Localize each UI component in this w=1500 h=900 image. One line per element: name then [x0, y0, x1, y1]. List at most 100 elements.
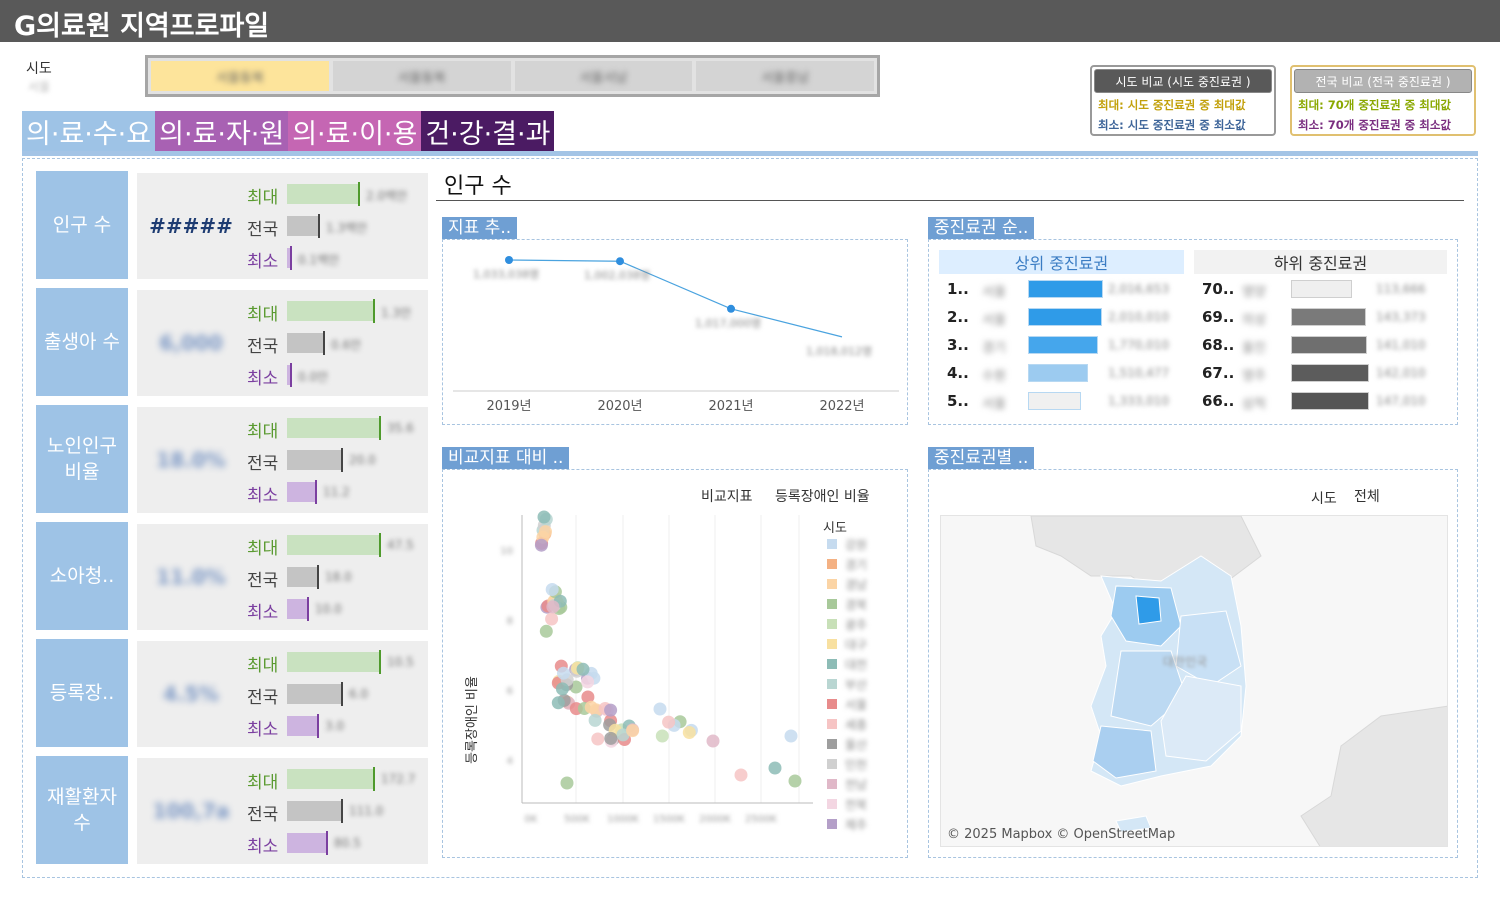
tab-medical-demand[interactable]: 의·료·수·요	[22, 111, 156, 151]
scatter-point[interactable]	[604, 703, 618, 717]
legend-swatch[interactable]	[827, 679, 837, 689]
trend-x-tick: 2019년	[486, 399, 531, 414]
legend-label[interactable]: 서울	[845, 698, 867, 712]
scatter-point[interactable]	[546, 600, 560, 614]
section-title: 인구 수	[444, 174, 512, 199]
scatter-point[interactable]	[576, 662, 590, 676]
indicator-row[interactable]: 재활환자 수 100,7a 최대 전국 최소 172.7 111.0 80.5	[36, 756, 428, 864]
scatter-point[interactable]	[534, 538, 548, 552]
max-bar-tick	[373, 299, 375, 323]
legend-label[interactable]: 경남	[845, 578, 867, 592]
national-label: 전국	[247, 454, 279, 474]
legend-swatch[interactable]	[827, 819, 837, 829]
scatter-point[interactable]	[662, 715, 676, 729]
legend-swatch[interactable]	[827, 759, 837, 769]
legend-label[interactable]: 울산	[845, 738, 867, 752]
scatter-point[interactable]	[734, 768, 748, 782]
rank-value: 142,010	[1376, 366, 1426, 380]
scatter-point[interactable]	[768, 761, 782, 775]
scatter-point[interactable]	[788, 774, 802, 788]
legend-swatch[interactable]	[827, 799, 837, 809]
legend-label[interactable]: 경기	[845, 558, 867, 572]
scatter-point[interactable]	[588, 713, 602, 727]
legend-label[interactable]: 부산	[845, 678, 867, 692]
min-bar-label: 0.0만	[298, 370, 329, 384]
scatter-point[interactable]	[539, 624, 553, 638]
map-filter-value[interactable]: 전체	[1354, 486, 1380, 506]
legend-label[interactable]: 전북	[845, 798, 867, 812]
tab-health-outcomes[interactable]: 건·강·결·과	[421, 111, 555, 151]
scatter-point[interactable]	[545, 612, 559, 626]
indicator-row[interactable]: 출생아 수 6,000 최대 전국 최소 1.3만 0.6만 0.0만	[36, 288, 428, 396]
legend-swatch[interactable]	[827, 599, 837, 609]
ranking-header[interactable]: 중진료권 순..	[928, 217, 1035, 239]
compare-nation-button[interactable]: 전국 비교 (전국 중진료권 ) 최대: 70개 중진료권 중 최대값 최소: …	[1290, 65, 1476, 136]
indicator-row[interactable]: 등록장.. 4.5% 최대 전국 최소 10.5 6.0 3.0	[36, 639, 428, 747]
scatter-point[interactable]	[784, 729, 798, 743]
legend-label[interactable]: 대전	[845, 658, 867, 672]
scatter-point[interactable]	[557, 666, 570, 680]
sido-tab[interactable]: 서울동북	[151, 61, 329, 91]
scatter-point[interactable]	[626, 724, 640, 738]
legend-swatch[interactable]	[827, 699, 837, 709]
trend-point-label: 1,017,000명	[695, 317, 761, 330]
legend-swatch[interactable]	[827, 619, 837, 629]
legend-swatch[interactable]	[827, 659, 837, 669]
scatter-point[interactable]	[551, 696, 565, 710]
scatter-point[interactable]	[655, 729, 669, 743]
tab-medical-resources[interactable]: 의·료·자·원	[155, 111, 289, 151]
scatter-point[interactable]	[581, 675, 595, 689]
max-label: 최대	[247, 656, 279, 676]
map-header[interactable]: 중진료권별 ..	[928, 447, 1035, 469]
national-bar	[287, 684, 341, 704]
legend-swatch[interactable]	[827, 739, 837, 749]
trend-point[interactable]	[727, 304, 735, 313]
trend-header[interactable]: 지표 추..	[442, 217, 518, 239]
scatter-point[interactable]	[545, 583, 559, 596]
legend-label[interactable]: 전남	[845, 778, 867, 792]
scatter-point[interactable]	[591, 732, 605, 746]
compare-sido-button[interactable]: 시도 비교 (시도 중진료권 ) 최대: 시도 중진료권 중 최대값 최소: 시…	[1090, 65, 1276, 136]
scatter-x-tick: 1000K	[607, 814, 639, 825]
legend-swatch[interactable]	[827, 559, 837, 569]
sido-tab[interactable]: 서울중남	[696, 61, 874, 91]
indicator-row[interactable]: 인구 수 ##### 최대 전국 최소 2.0백만 1.3백만 0.1백만	[36, 171, 428, 279]
legend-label[interactable]: 광주	[845, 618, 867, 632]
trend-point[interactable]	[505, 256, 513, 264]
legend-label[interactable]: 대구	[845, 638, 867, 652]
scatter-point[interactable]	[604, 731, 618, 745]
korea-map[interactable]: 대한민국	[940, 515, 1448, 847]
legend-swatch[interactable]	[827, 579, 837, 589]
min-bar-tick	[317, 714, 319, 738]
indicator-row[interactable]: 노인인구 비율 18.0% 최대 전국 최소 35.6 20.0 11.2	[36, 405, 428, 513]
tab-medical-usage[interactable]: 의·료·이·용	[288, 111, 422, 151]
legend-swatch[interactable]	[827, 719, 837, 729]
legend-swatch[interactable]	[827, 539, 837, 549]
legend-label[interactable]: 세종	[845, 718, 867, 732]
rank-region-name: 의성	[1242, 313, 1266, 328]
indicator-label: 소아청..	[36, 522, 128, 630]
scatter-point[interactable]	[706, 734, 720, 748]
trend-point[interactable]	[616, 257, 624, 266]
scatter-point[interactable]	[555, 682, 569, 696]
legend-label[interactable]: 강원	[845, 538, 867, 552]
scatter-point[interactable]	[560, 776, 574, 790]
legend-label[interactable]: 제주	[845, 818, 867, 832]
national-bar	[287, 216, 318, 236]
max-bar	[287, 418, 379, 438]
sido-tab[interactable]: 서울동북	[332, 61, 511, 91]
legend-label[interactable]: 경북	[845, 598, 867, 612]
legend-swatch[interactable]	[827, 779, 837, 789]
rank-bar	[1028, 392, 1081, 410]
trend-point-label: 1,018,012명	[806, 345, 872, 358]
scatter-point[interactable]	[537, 510, 551, 524]
scatter-point[interactable]	[539, 525, 552, 539]
scatter-point[interactable]	[653, 702, 667, 716]
legend-swatch[interactable]	[827, 639, 837, 649]
sido-filter-value[interactable]: 서울	[28, 78, 50, 95]
legend-label[interactable]: 인천	[845, 757, 867, 772]
indicator-row[interactable]: 소아청.. 11.0% 최대 전국 최소 47.5 18.0 10.0	[36, 522, 428, 630]
sido-tab[interactable]: 서울서남	[514, 61, 693, 91]
scatter-point[interactable]	[682, 726, 696, 739]
scatter-header[interactable]: 비교지표 대비 ..	[442, 447, 570, 469]
